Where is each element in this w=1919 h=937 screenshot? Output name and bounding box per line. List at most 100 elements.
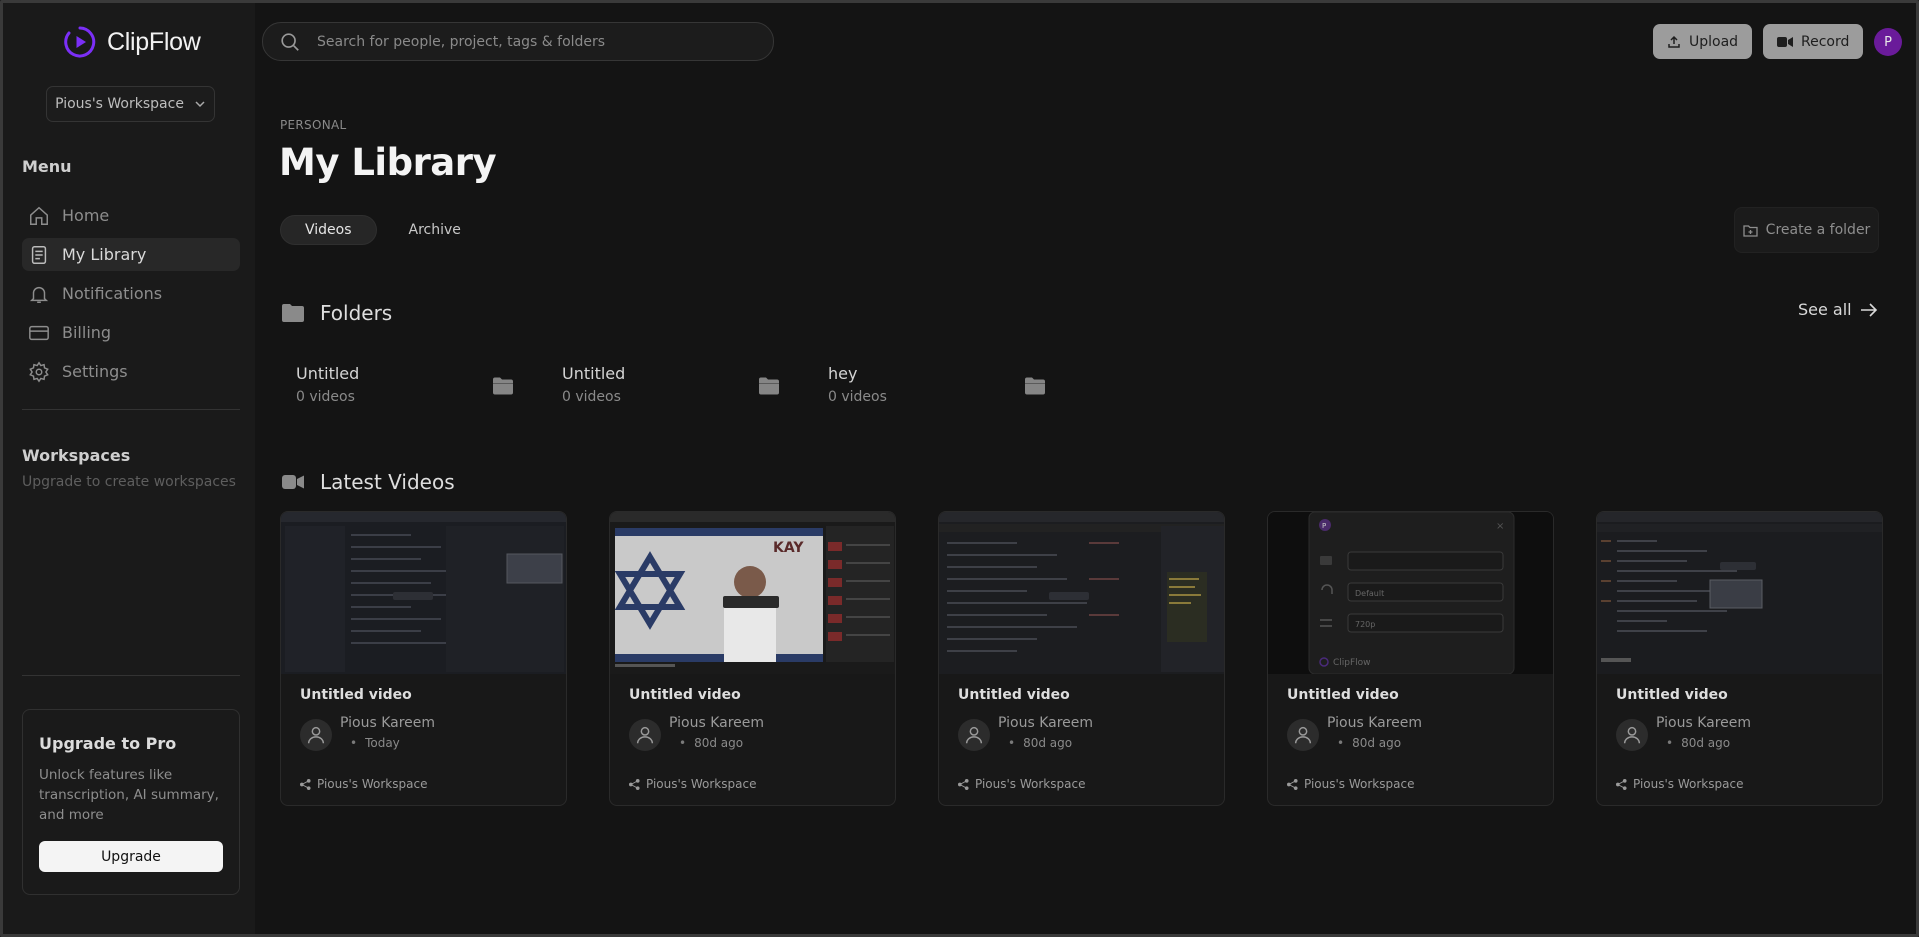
- author-avatar: [1616, 719, 1648, 751]
- folder-name: Untitled: [296, 364, 360, 383]
- upgrade-card: Upgrade to Pro Unlock features like tran…: [22, 709, 240, 895]
- video-title[interactable]: Untitled video: [1287, 687, 1399, 703]
- video-thumbnail[interactable]: [939, 512, 1224, 674]
- video-date: 80d ago: [1656, 736, 1751, 750]
- video-title[interactable]: Untitled video: [629, 687, 741, 703]
- video-thumbnail[interactable]: [281, 512, 566, 674]
- see-all-label: See all: [1798, 300, 1852, 319]
- folders-list: Untitled 0 videos Untitled 0 videos hey …: [280, 360, 1078, 410]
- thumbnail-option-default: Default: [1355, 589, 1384, 598]
- sidebar-item-label: My Library: [62, 245, 147, 264]
- record-button[interactable]: Record: [1763, 24, 1864, 59]
- thumbnail-option-720p: 720p: [1355, 620, 1375, 629]
- video-thumbnail[interactable]: P × Default 720p ClipFlow: [1268, 512, 1553, 674]
- thumbnail-avatar: P: [1322, 522, 1326, 530]
- folder-item[interactable]: Untitled 0 videos: [546, 360, 812, 410]
- video-card[interactable]: KAY Untitled video Pious Kareem 80d ago: [609, 511, 896, 806]
- video-title[interactable]: Untitled video: [300, 687, 412, 703]
- video-card[interactable]: Untitled video Pious Kareem Today Pious'…: [280, 511, 567, 806]
- author-name: Pious Kareem: [340, 715, 436, 731]
- workspace-name: Pious's Workspace: [1304, 777, 1415, 791]
- close-icon: ×: [1496, 521, 1504, 532]
- search-input[interactable]: [317, 33, 773, 50]
- video-thumbnail[interactable]: KAY: [610, 512, 895, 674]
- folders-header: Folders: [282, 301, 392, 325]
- menu-title: Menu: [22, 157, 72, 176]
- see-all-link[interactable]: See all: [1798, 300, 1878, 319]
- video-author: Pious Kareem 80d ago: [958, 715, 1093, 751]
- share-icon: [300, 778, 311, 790]
- create-folder-button[interactable]: Create a folder: [1734, 207, 1879, 253]
- sidebar-item-label: Billing: [62, 323, 112, 342]
- author-avatar: [300, 719, 332, 751]
- app-logo[interactable]: ClipFlow: [63, 25, 201, 59]
- workspaces-title: Workspaces: [22, 446, 131, 465]
- author-name: Pious Kareem: [998, 715, 1094, 731]
- gear-icon: [29, 361, 49, 382]
- tab-videos[interactable]: Videos: [280, 215, 377, 245]
- folder-item[interactable]: Untitled 0 videos: [280, 360, 546, 410]
- folder-icon: [493, 377, 513, 395]
- card-icon: [29, 325, 49, 340]
- upgrade-button[interactable]: Upgrade: [39, 841, 223, 872]
- share-icon: [1287, 778, 1298, 790]
- sidebar-item-my-library[interactable]: My Library: [22, 238, 240, 271]
- video-date: Today: [340, 736, 435, 750]
- latest-videos-header: Latest Videos: [282, 470, 455, 494]
- arrow-right-icon: [1860, 302, 1877, 317]
- tabs: Videos Archive: [280, 215, 485, 245]
- video-date: 80d ago: [998, 736, 1093, 750]
- search-bar[interactable]: [262, 22, 774, 61]
- workspace-select-label: Pious's Workspace: [55, 96, 184, 112]
- folder-name: Untitled: [562, 364, 626, 383]
- video-card[interactable]: Untitled video Pious Kareem 80d ago Piou…: [1596, 511, 1883, 806]
- user-icon: [1623, 726, 1641, 744]
- sidebar-item-label: Notifications: [62, 284, 163, 303]
- record-label: Record: [1801, 33, 1850, 50]
- chevron-down-icon: [195, 101, 205, 108]
- code-screen-thumbnail: [1597, 512, 1882, 674]
- workspace-select[interactable]: Pious's Workspace: [46, 86, 215, 122]
- folder-name: hey: [828, 364, 858, 383]
- app-window: ClipFlow Pious's Workspace Menu Home My …: [0, 0, 1919, 937]
- author-avatar: [958, 719, 990, 751]
- video-title[interactable]: Untitled video: [1616, 687, 1728, 703]
- document-icon: [31, 245, 47, 264]
- author-avatar: [629, 719, 661, 751]
- workspace-name: Pious's Workspace: [975, 777, 1086, 791]
- tab-archive[interactable]: Archive: [385, 215, 485, 245]
- video-workspace: Pious's Workspace: [1287, 777, 1414, 791]
- share-icon: [629, 778, 640, 790]
- video-workspace: Pious's Workspace: [300, 777, 427, 791]
- video-workspace: Pious's Workspace: [958, 777, 1085, 791]
- video-author: Pious Kareem Today: [300, 715, 435, 751]
- news-video-thumbnail: KAY: [610, 512, 895, 674]
- recorder-settings-thumbnail: P × Default 720p ClipFlow: [1268, 512, 1553, 674]
- sidebar-item-settings[interactable]: Settings: [22, 355, 240, 388]
- video-date: 80d ago: [1327, 736, 1422, 750]
- home-icon: [30, 206, 48, 225]
- folder-item[interactable]: hey 0 videos: [812, 360, 1078, 410]
- video-title[interactable]: Untitled video: [958, 687, 1070, 703]
- author-avatar: [1287, 719, 1319, 751]
- upload-icon: [1668, 35, 1680, 48]
- video-card[interactable]: Untitled video Pious Kareem 80d ago Piou…: [938, 511, 1225, 806]
- video-card[interactable]: P × Default 720p ClipFlow Untitled video: [1267, 511, 1554, 806]
- author-name: Pious Kareem: [1327, 715, 1423, 731]
- folder-count: 0 videos: [828, 389, 887, 405]
- code-editor-thumbnail: [939, 512, 1224, 674]
- sidebar-item-notifications[interactable]: Notifications: [22, 277, 240, 310]
- workspace-name: Pious's Workspace: [317, 777, 428, 791]
- sidebar-item-home[interactable]: Home: [22, 199, 240, 232]
- latest-videos-title: Latest Videos: [320, 470, 455, 494]
- sidebar-item-billing[interactable]: Billing: [22, 316, 240, 349]
- upload-button[interactable]: Upload: [1653, 24, 1753, 59]
- create-folder-label: Create a folder: [1765, 222, 1871, 238]
- upgrade-text: Unlock features like transcription, AI s…: [39, 767, 219, 823]
- user-avatar[interactable]: P: [1874, 28, 1902, 56]
- bell-icon: [29, 286, 49, 303]
- sidebar-divider: [22, 409, 240, 410]
- video-thumbnail[interactable]: [1597, 512, 1882, 674]
- share-icon: [1616, 778, 1627, 790]
- sidebar-divider: [22, 675, 240, 676]
